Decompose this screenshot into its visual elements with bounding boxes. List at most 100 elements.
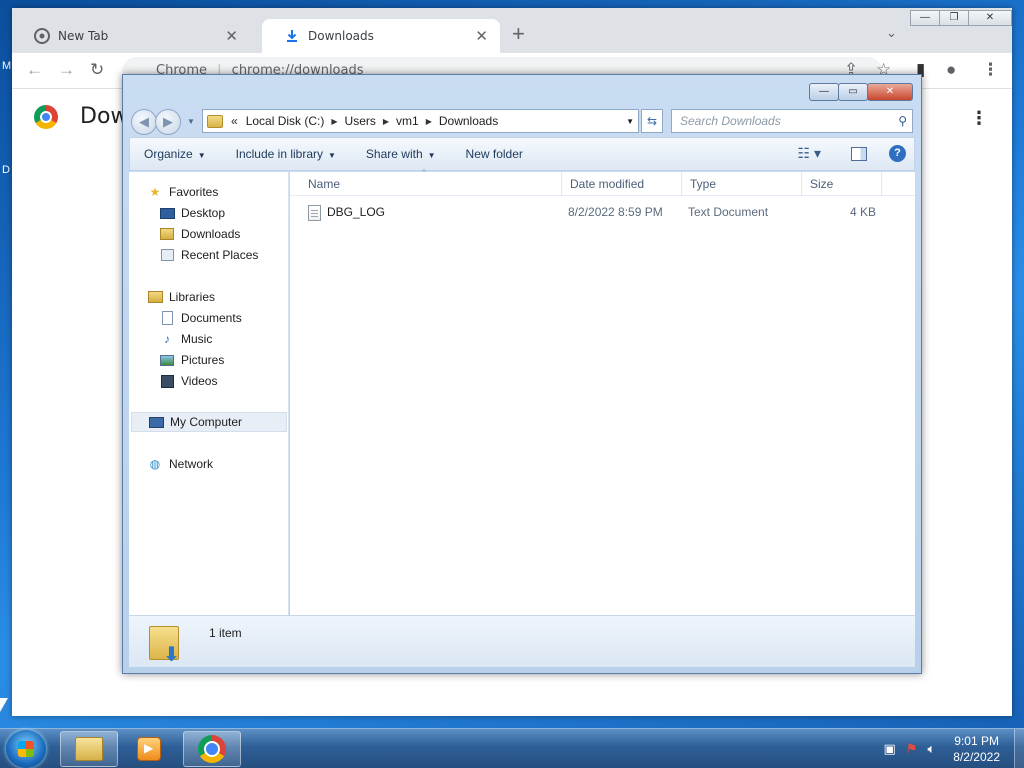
search-input[interactable]: Search Downloads ⚲ [671,109,913,133]
command-bar: Organize ▼ Include in library ▼ Share with… [129,137,915,171]
navigation-buttons: ◀ ▶ [131,109,181,135]
breadcrumb-arrow-icon[interactable]: ▶ [426,117,432,126]
nav-label: Libraries [169,290,216,304]
desktop-icon-label: D [2,164,10,176]
file-date-modified: 8/2/2022 8:59 PM [568,205,663,219]
breadcrumb-downloads[interactable]: Downloads [439,114,498,128]
column-name[interactable]: Name [300,172,562,196]
address-bar[interactable]: « Local Disk (C:) ▶ Users ▶ vm1 ▶ Downlo… [202,109,639,133]
tab-search-chevron-icon[interactable]: ⌄ [886,25,897,41]
nav-my-computer[interactable]: My Computer [131,412,287,432]
forward-button[interactable]: ▶ [155,109,181,135]
close-tab-icon[interactable]: ✕ [225,27,238,45]
file-row[interactable]: DBG_LOG 8/2/2022 8:59 PM Text Document 4… [290,201,915,223]
text-file-icon [308,204,321,221]
breadcrumb-local-disk[interactable]: Local Disk (C:) [246,114,325,128]
share-with-menu[interactable]: Share with ▼ [366,147,436,161]
nav-videos[interactable]: Videos [159,371,217,391]
forward-arrow-icon[interactable]: → [58,61,75,79]
show-desktop-button[interactable] [1014,729,1024,768]
column-size[interactable]: Size [802,172,882,196]
nav-libraries[interactable]: Libraries [147,287,215,307]
nav-recent-places[interactable]: Recent Places [159,245,258,265]
media-player-icon [137,737,161,761]
close-button[interactable]: ✕ [968,10,1012,26]
new-folder-button[interactable]: New folder [466,147,523,161]
address-dropdown-icon[interactable]: ▼ [626,117,634,126]
taskbar: ▣ ⚑ 🔈︎ 9:01 PM 8/2/2022 [0,728,1024,768]
network-icon[interactable]: ▣ [884,741,896,757]
column-type[interactable]: Type [682,172,802,196]
chevron-down-icon: ▼ [427,151,436,160]
folder-icon [207,114,223,128]
chrome-logo-icon [34,104,58,129]
back-arrow-icon[interactable]: ← [26,61,43,79]
explorer-window: — ▭ ✕ ◀ ▶ ▼ « Local Disk (C:) ▶ Users ▶ … [122,74,922,674]
refresh-icon[interactable]: ⇆ [641,109,663,133]
chrome-icon [198,735,226,763]
breadcrumb-arrow-icon[interactable]: ▶ [383,117,389,126]
nav-label: Desktop [181,206,226,220]
desktop-icon [159,206,175,220]
close-tab-icon[interactable]: ✕ [475,27,488,45]
new-tab-plus-icon[interactable]: + [512,23,525,45]
organize-label: Organize [144,147,193,161]
downloads-menu-icon[interactable]: ⋮ [970,108,988,129]
volume-icon[interactable]: 🔈︎ [927,741,935,757]
restore-button[interactable]: ❐ [939,10,969,26]
include-in-library-menu[interactable]: Include in library ▼ [236,147,336,161]
file-list-pane: ^ Name Date modified Type Size DBG_LOG 8… [290,168,915,615]
clock-date: 8/2/2022 [953,750,1000,764]
folder-icon [75,737,103,761]
address-overflow[interactable]: « [231,114,238,128]
taskbar-chrome-button[interactable] [183,731,241,767]
menu-kebab-icon[interactable]: ⋮ [982,61,999,79]
item-count: 1 item [209,626,242,640]
search-icon[interactable]: ⚲ [898,110,907,132]
system-tray: ▣ ⚑ 🔈︎ 9:01 PM 8/2/2022 [884,729,1024,768]
breadcrumb-arrow-icon[interactable]: ▶ [331,117,337,126]
nav-documents[interactable]: Documents [159,308,242,328]
nav-label: Videos [181,374,218,388]
close-button[interactable]: ✕ [867,83,913,101]
details-pane: ⬇ 1 item [129,615,915,667]
nav-favorites[interactable]: ★ Favorites [147,182,219,202]
file-type: Text Document [688,205,769,219]
desktop-icon-label: M [2,60,12,72]
profile-avatar-icon[interactable]: ● [946,61,956,79]
organize-menu[interactable]: Organize ▼ [144,147,206,161]
breadcrumb-vm1[interactable]: vm1 [396,114,419,128]
music-icon: ♪ [164,332,170,346]
preview-pane-icon[interactable] [851,146,867,161]
star-icon: ★ [149,185,161,199]
nav-label: Favorites [169,185,219,199]
clock[interactable]: 9:01 PM 8/2/2022 [953,733,1000,765]
share-with-label: Share with [365,147,423,161]
column-date-modified[interactable]: Date modified [562,172,682,196]
nav-music[interactable]: ♪ Music [159,329,212,349]
change-view-icon[interactable]: ☷ ▾ [798,145,821,162]
tab-new-tab[interactable]: New Tab ✕ [12,19,250,53]
nav-network[interactable]: ◍ Network [147,454,213,474]
back-button[interactable]: ◀ [131,109,157,135]
nav-downloads[interactable]: Downloads [159,224,240,244]
minimize-button[interactable]: — [910,10,940,26]
include-in-library-label: Include in library [235,147,323,161]
action-center-flag-icon[interactable]: ⚑ [906,741,918,757]
start-button[interactable] [6,730,46,768]
recent-pages-dropdown-icon[interactable]: ▼ [187,117,195,126]
taskbar-media-player-button[interactable] [120,731,178,767]
libraries-icon [147,290,163,304]
minimize-button[interactable]: — [809,83,839,101]
network-globe-icon: ◍ [149,457,161,471]
nav-pictures[interactable]: Pictures [159,350,224,370]
nav-desktop[interactable]: Desktop [159,203,225,223]
recent-places-icon [159,248,175,262]
maximize-button[interactable]: ▭ [838,83,868,101]
file-name-cell[interactable]: DBG_LOG [308,201,385,223]
reload-icon[interactable]: ↻ [90,61,104,79]
tab-downloads[interactable]: Downloads ✕ [262,19,500,53]
breadcrumb-users[interactable]: Users [345,114,376,128]
help-icon[interactable]: ? [889,145,906,162]
taskbar-explorer-button[interactable] [60,731,118,767]
